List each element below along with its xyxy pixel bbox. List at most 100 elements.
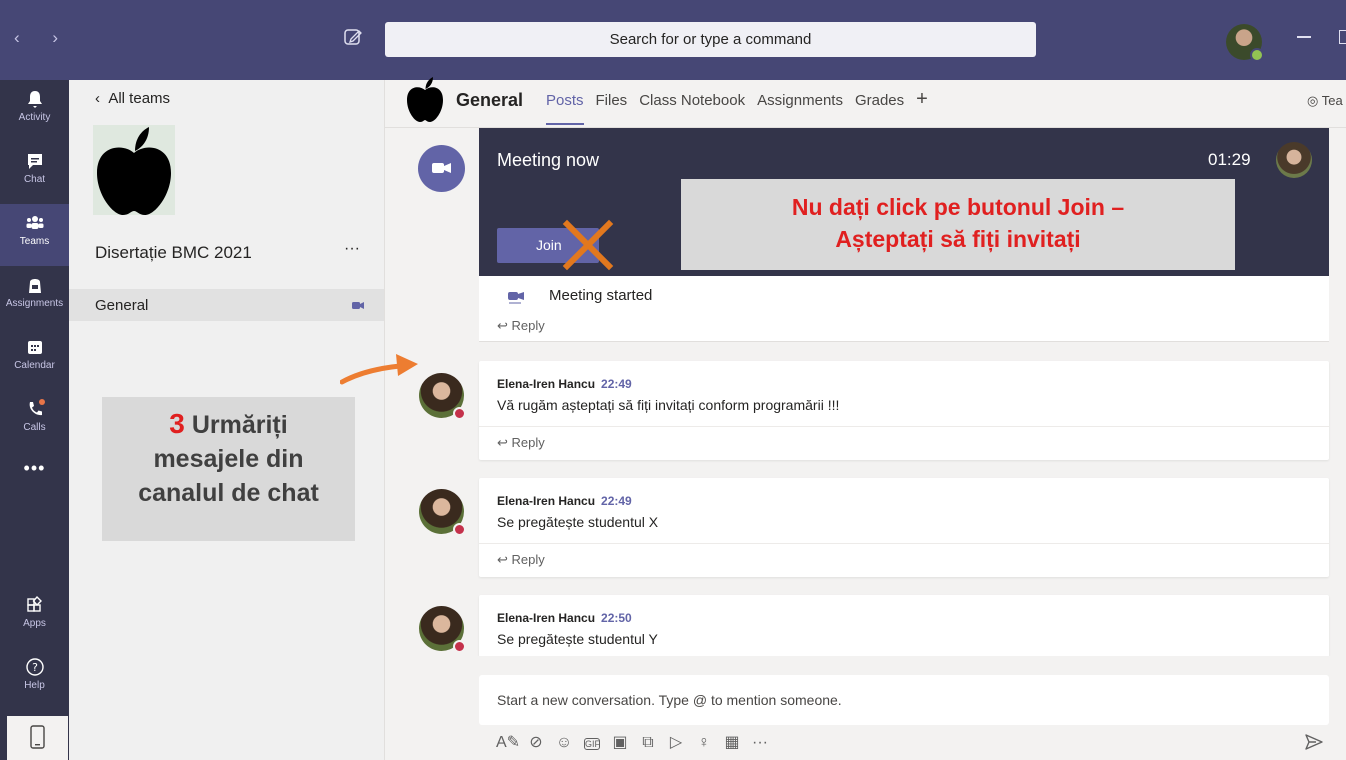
- add-tab-button[interactable]: +: [916, 88, 928, 110]
- compose-toolbar: A✎ ⊘ ☺ GIF ▣ ⧉ ▷ ♀ ▦ ···: [496, 732, 776, 752]
- warning-line-2: Așteptați să fiți invitați: [835, 226, 1081, 252]
- available-status-icon: [1250, 48, 1264, 62]
- phone-device-icon: [30, 725, 45, 749]
- compose-input[interactable]: Start a new conversation. Type @ to ment…: [479, 675, 1329, 725]
- reply-label: Reply: [511, 318, 545, 333]
- tab-grades[interactable]: Grades: [855, 92, 904, 109]
- message-text: Vă rugăm așteptați să fiți invitați conf…: [497, 397, 840, 413]
- maximize-icon[interactable]: [1339, 30, 1346, 44]
- apple-icon: [407, 77, 443, 122]
- team-logo: [93, 125, 175, 215]
- profile-avatar[interactable]: [1226, 24, 1264, 62]
- cross-mark-icon: [562, 219, 614, 271]
- rail-item-help[interactable]: ? Help: [0, 648, 69, 710]
- backpack-icon: [28, 279, 41, 293]
- channel-item-general[interactable]: General: [69, 289, 384, 321]
- meeting-title: Meeting now: [497, 150, 600, 170]
- message-time: 22:49: [601, 494, 632, 508]
- meeting-participant-avatar: [1276, 142, 1312, 178]
- instruction-line-3: canalul de chat: [138, 479, 319, 507]
- channel-title: General: [456, 90, 524, 110]
- instruction-number: 3: [169, 408, 185, 439]
- all-teams-link[interactable]: ‹ All teams: [95, 90, 170, 107]
- apple-icon: [97, 127, 171, 215]
- rail-item-activity[interactable]: Activity: [0, 80, 69, 142]
- all-teams-label: All teams: [108, 90, 171, 107]
- message-card: Elena-Iren Hancu 22:49 Se pregătește stud…: [479, 478, 1329, 577]
- reply-label: Reply: [511, 435, 545, 450]
- help-icon: ?: [25, 658, 44, 676]
- channel-name: General: [95, 297, 149, 314]
- tab-class-notebook[interactable]: Class Notebook: [639, 92, 745, 109]
- meeting-started-label: Meeting started: [549, 287, 653, 304]
- new-chat-icon[interactable]: [343, 27, 363, 47]
- rail-label: Help: [24, 680, 45, 691]
- more-options-icon[interactable]: ···: [748, 734, 772, 752]
- history-nav[interactable]: ‹ ›: [14, 28, 72, 48]
- reply-button[interactable]: ↩ Reply: [479, 544, 1329, 577]
- message-card: Elena-Iren Hancu 22:50 Se pregătește stud…: [479, 595, 1329, 657]
- team-button[interactable]: ◎ Tea: [1307, 93, 1343, 109]
- rail-label: Chat: [23, 174, 46, 185]
- mobile-download-button[interactable]: [7, 716, 68, 760]
- message-author: Elena-Iren Hancu: [497, 377, 596, 391]
- tab-files[interactable]: Files: [596, 92, 628, 109]
- search-input[interactable]: Search for or type a command: [385, 22, 1036, 57]
- sticker-icon[interactable]: ▣: [608, 732, 632, 752]
- avatar[interactable]: [419, 373, 466, 420]
- meeting-footer: Meeting started ↩ Reply: [479, 276, 1329, 342]
- message-text: Se pregătește studentul X: [497, 514, 659, 530]
- video-camera-icon: [508, 292, 524, 304]
- warning-line-1: Nu dați click pe butonul Join –: [791, 194, 1125, 220]
- format-icon[interactable]: A✎: [496, 732, 520, 752]
- channel-tabs: Posts Files Class Notebook Assignments Grade…: [546, 89, 940, 125]
- rail-item-assignments[interactable]: Assignments: [0, 266, 69, 328]
- forms-icon[interactable]: ▦: [720, 732, 744, 752]
- rail-label: Teams: [19, 236, 50, 247]
- reply-icon: ↩: [497, 552, 512, 567]
- rail-item-calendar[interactable]: Calendar: [0, 328, 69, 390]
- praise-icon[interactable]: ♀: [692, 734, 716, 752]
- apps-icon: [26, 595, 42, 612]
- chevron-left-icon: ‹: [95, 90, 109, 107]
- reply-button[interactable]: ↩ Reply: [497, 318, 545, 334]
- attach-icon[interactable]: ⊘: [524, 732, 548, 752]
- avatar[interactable]: [419, 489, 466, 536]
- stream-icon[interactable]: ▷: [664, 732, 688, 752]
- video-camera-icon: [432, 163, 451, 173]
- reply-label: Reply: [511, 552, 545, 567]
- send-icon[interactable]: [1304, 733, 1324, 751]
- tab-posts[interactable]: Posts: [546, 92, 584, 125]
- avatar[interactable]: [419, 606, 466, 653]
- minimize-icon[interactable]: [1297, 36, 1311, 38]
- emoji-icon[interactable]: ☺: [552, 734, 576, 752]
- reply-icon: ↩: [497, 318, 512, 333]
- meeting-icon: [418, 145, 465, 192]
- pointer-arrow-icon: [340, 354, 418, 385]
- more-apps-button[interactable]: •••: [0, 458, 69, 479]
- busy-status-icon: [453, 407, 466, 420]
- instruction-box-3: 3 Urmăriți mesajele din canalul de chat: [102, 397, 355, 541]
- meet-now-icon[interactable]: ⧉: [636, 734, 660, 752]
- rail-item-calls[interactable]: Calls: [0, 390, 69, 452]
- app-rail: Activity Chat Teams Assignments Calendar…: [0, 80, 69, 760]
- message-time: 22:49: [601, 377, 632, 391]
- message-author: Elena-Iren Hancu: [497, 611, 596, 625]
- team-more-button[interactable]: ···: [344, 240, 360, 258]
- rail-item-teams[interactable]: Teams: [0, 204, 69, 266]
- rail-item-chat[interactable]: Chat: [0, 142, 69, 204]
- phone-icon: [29, 399, 45, 416]
- busy-status-icon: [453, 523, 466, 536]
- team-name: Disertație BMC 2021: [95, 243, 252, 262]
- rail-label: Calendar: [14, 360, 55, 371]
- rail-item-apps[interactable]: Apps: [0, 586, 69, 648]
- rail-label: Apps: [23, 618, 46, 629]
- bell-icon: [27, 91, 42, 108]
- reply-icon: ↩: [497, 435, 512, 450]
- tab-assignments[interactable]: Assignments: [757, 92, 843, 109]
- gif-icon[interactable]: GIF: [584, 738, 600, 750]
- svg-text:?: ?: [32, 661, 38, 674]
- message-author: Elena-Iren Hancu: [497, 494, 596, 508]
- instruction-line-1: Urmăriți: [191, 411, 288, 439]
- reply-button[interactable]: ↩ Reply: [479, 427, 1329, 460]
